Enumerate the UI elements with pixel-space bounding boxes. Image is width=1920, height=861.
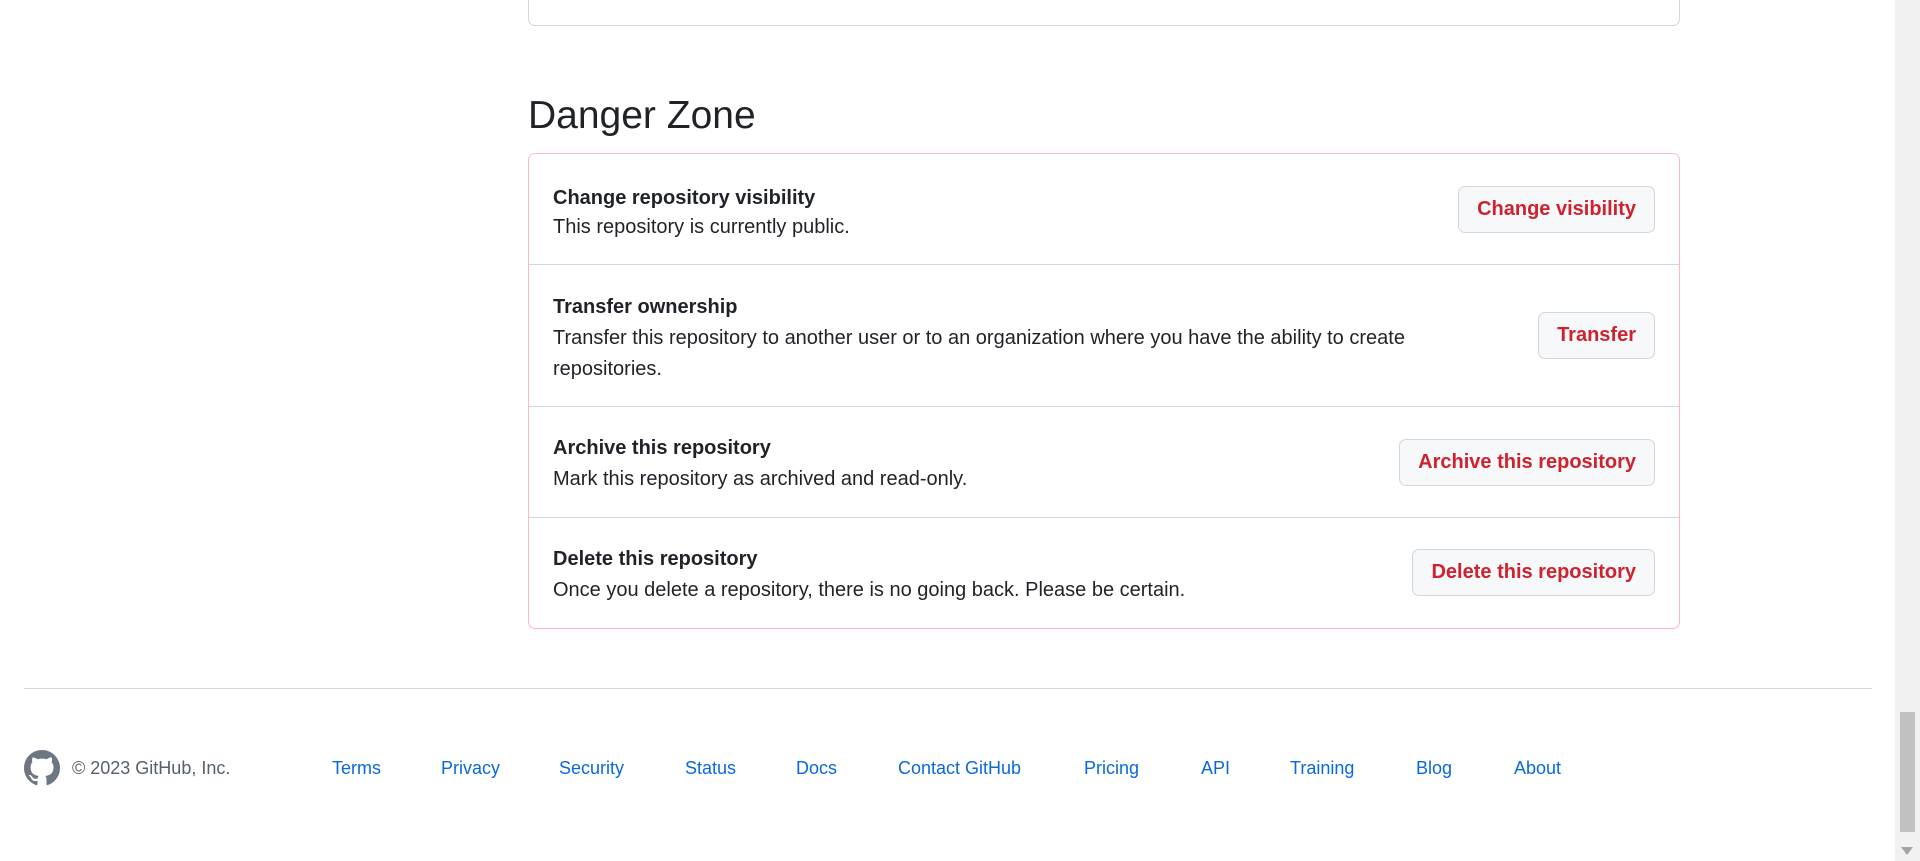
settings-page: Danger Zone Change repository visibility…: [0, 0, 1920, 861]
danger-row-title: Transfer ownership: [553, 296, 738, 318]
danger-row-description: This repository is currently public.: [553, 216, 850, 238]
danger-row-description: Transfer this repository to another user…: [553, 327, 1405, 380]
github-mark-icon[interactable]: [24, 750, 60, 786]
danger-row-archive: Archive this repository Mark this reposi…: [529, 406, 1679, 517]
archive-repository-button[interactable]: Archive this repository: [1399, 439, 1655, 486]
previous-section-box: [528, 0, 1680, 26]
danger-zone-box: Change repository visibility This reposi…: [528, 153, 1680, 629]
danger-zone-heading: Danger Zone: [528, 94, 756, 137]
danger-row-title: Change repository visibility: [553, 187, 816, 209]
footer-link-docs[interactable]: Docs: [796, 756, 837, 780]
danger-row-description: Mark this repository as archived and rea…: [553, 468, 968, 490]
footer-link-security[interactable]: Security: [559, 756, 624, 780]
footer-divider: [24, 688, 1872, 689]
vertical-scrollbar[interactable]: [1895, 0, 1920, 861]
footer-link-training[interactable]: Training: [1290, 756, 1354, 780]
footer-link-blog[interactable]: Blog: [1416, 756, 1452, 780]
danger-row-visibility: Change repository visibility This reposi…: [529, 154, 1679, 264]
scroll-down-arrow-icon[interactable]: [1901, 847, 1913, 855]
danger-row-description: Once you delete a repository, there is n…: [553, 579, 1186, 601]
footer-link-pricing[interactable]: Pricing: [1084, 756, 1139, 780]
danger-row-delete: Delete this repository Once you delete a…: [529, 517, 1679, 629]
change-visibility-button[interactable]: Change visibility: [1458, 186, 1655, 233]
scrollbar-thumb[interactable]: [1900, 712, 1915, 832]
footer-link-about[interactable]: About: [1514, 756, 1561, 780]
danger-row-transfer: Transfer ownership Transfer this reposit…: [529, 264, 1679, 406]
footer-copyright: © 2023 GitHub, Inc.: [72, 758, 231, 778]
footer-link-contact[interactable]: Contact GitHub: [898, 756, 1021, 780]
footer-link-terms[interactable]: Terms: [332, 756, 381, 780]
footer-link-status[interactable]: Status: [685, 756, 736, 780]
delete-repository-button[interactable]: Delete this repository: [1412, 549, 1655, 596]
danger-row-title: Archive this repository: [553, 437, 771, 459]
danger-row-title: Delete this repository: [553, 548, 758, 570]
transfer-button[interactable]: Transfer: [1538, 312, 1655, 359]
footer-link-api[interactable]: API: [1201, 756, 1230, 780]
footer-link-privacy[interactable]: Privacy: [441, 756, 500, 780]
